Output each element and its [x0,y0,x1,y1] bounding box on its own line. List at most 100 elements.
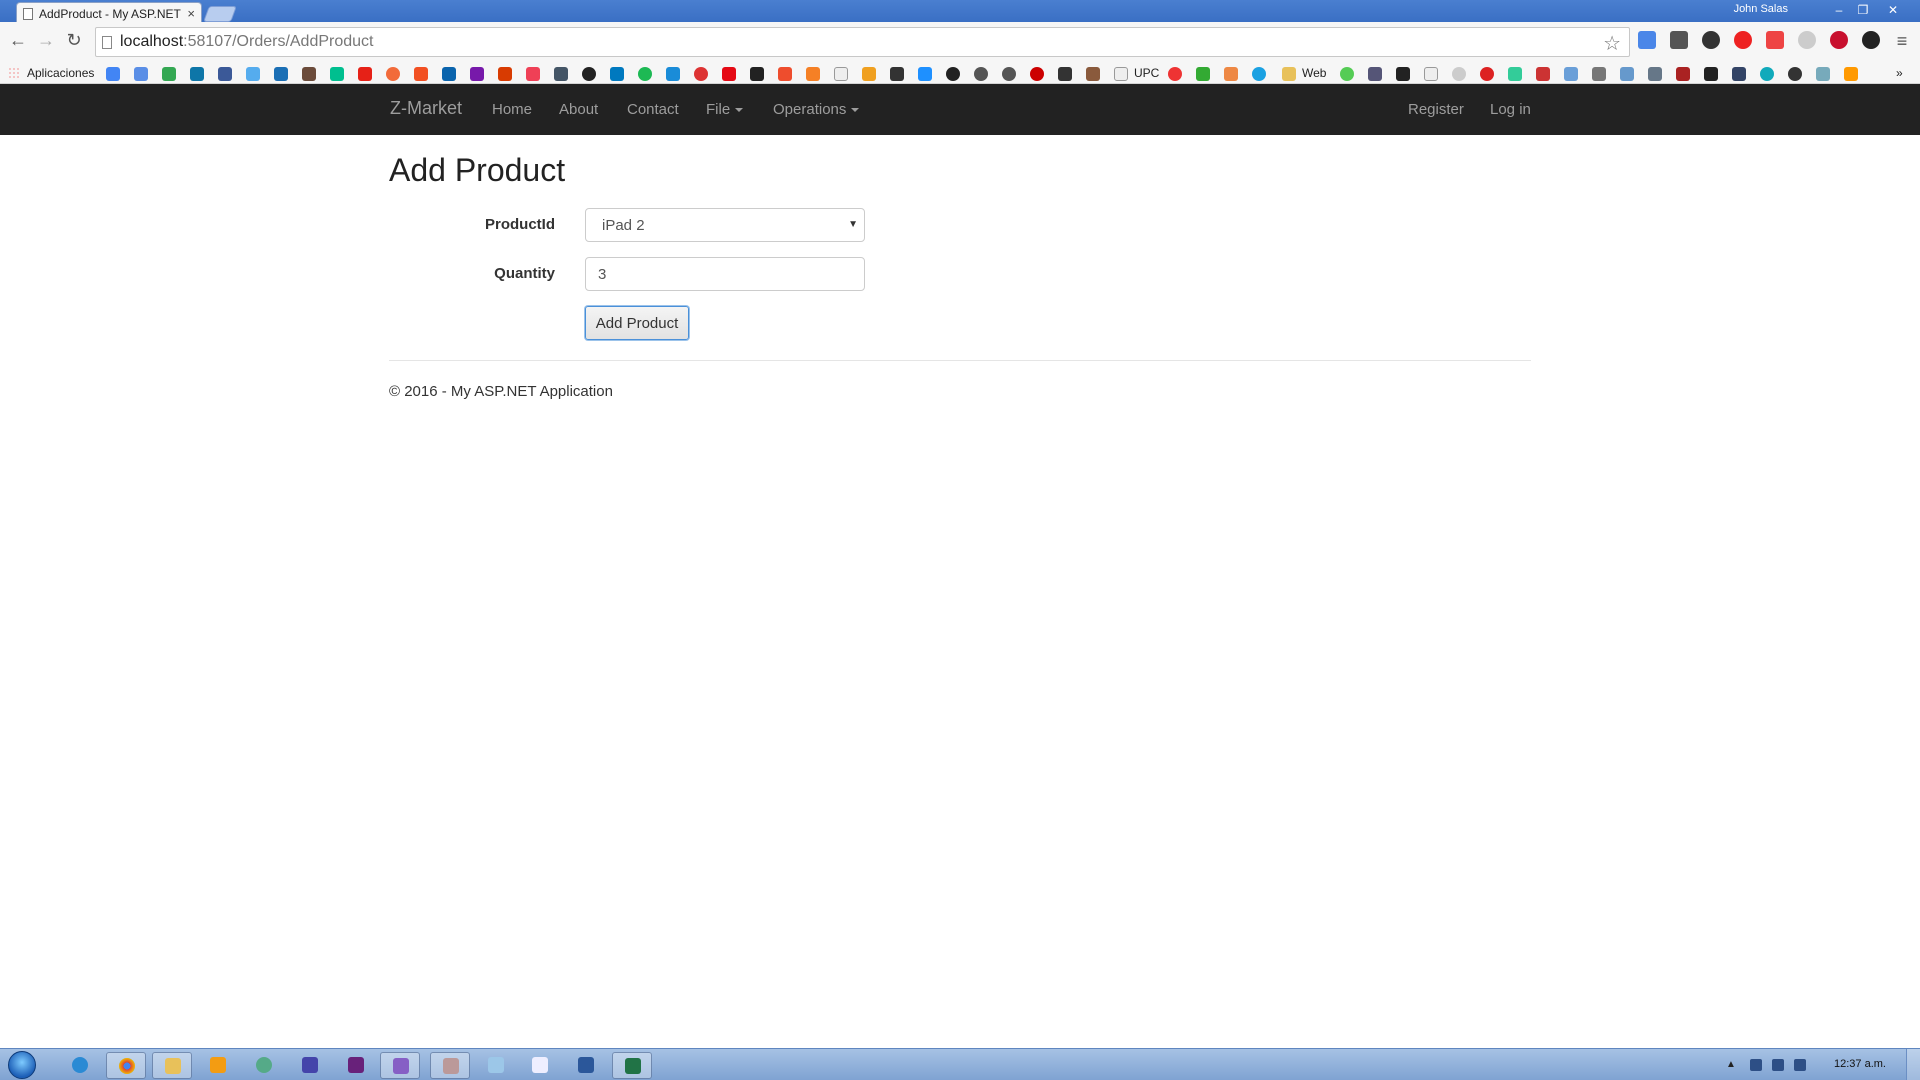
nav-about[interactable]: About [559,101,598,118]
nav-operations-dropdown[interactable]: Operations [773,101,860,118]
taskbar-visual-studio[interactable] [336,1052,376,1079]
instagram-bookmark-icon[interactable] [302,67,316,81]
facebook-bookmark-icon[interactable] [218,67,232,81]
bookmark-icon[interactable] [1340,67,1354,81]
netflix-bookmark-icon[interactable] [722,67,736,81]
taskbar-word[interactable] [566,1052,606,1079]
apple-bookmark-icon[interactable] [1002,67,1016,81]
pocket-bookmark-icon[interactable] [526,67,540,81]
github-bookmark-icon[interactable] [582,67,596,81]
window-close-icon[interactable]: ✕ [1882,2,1904,18]
bookmark-folder-web[interactable]: Web [1302,66,1326,80]
taskbar-notepad[interactable] [476,1052,516,1079]
bookmark-icon[interactable] [694,67,708,81]
more-bookmarks-icon[interactable]: » [1896,66,1903,80]
onedrive-bookmark-icon[interactable] [442,67,456,81]
wordpress-bookmark-icon[interactable] [1452,67,1466,81]
show-desktop-button[interactable] [1906,1049,1920,1080]
product-select[interactable]: iPad 2 ▼ [585,208,865,242]
back-icon[interactable]: ← [8,30,28,50]
extension-icon[interactable] [1702,31,1720,49]
tray-expand-icon[interactable]: ▲ [1726,1059,1738,1071]
bookmark-icon[interactable] [1648,67,1662,81]
nav-contact[interactable]: Contact [627,101,679,118]
bookmark-icon[interactable] [778,67,792,81]
bookmark-icon[interactable] [1844,67,1858,81]
bookmark-icon[interactable] [1760,67,1774,81]
bookmark-icon[interactable] [1620,67,1634,81]
network-icon[interactable] [1772,1059,1784,1071]
bookmark-icon[interactable] [1252,67,1266,81]
taskbar-document[interactable] [520,1052,560,1079]
pinterest-extension-icon[interactable] [1830,31,1848,49]
tab-close-icon[interactable]: × [187,6,195,21]
brand-link[interactable]: Z-Market [390,98,462,119]
trello-bookmark-icon[interactable] [610,67,624,81]
quantity-input[interactable] [585,257,865,291]
page-bookmark-icon[interactable] [834,67,848,81]
twitter-bookmark-icon[interactable] [246,67,260,81]
onepassword-extension-icon[interactable] [1862,31,1880,49]
play-bookmark-icon[interactable] [1508,67,1522,81]
bookmark-icon[interactable] [1030,67,1044,81]
google-bookmark-icon[interactable] [106,67,120,81]
taskbar-explorer[interactable] [152,1052,192,1079]
bookmark-apps[interactable]: Aplicaciones [27,66,94,80]
page-bookmark-icon[interactable] [1424,67,1438,81]
vine-bookmark-icon[interactable] [330,67,344,81]
bookmark-icon[interactable] [1396,67,1410,81]
microsoft-bookmark-icon[interactable] [414,67,428,81]
bookmark-icon[interactable] [1368,67,1382,81]
translate-extension-icon[interactable] [1638,31,1656,49]
folder-icon[interactable] [1282,67,1296,81]
imdb-bookmark-icon[interactable] [1058,67,1072,81]
bookmark-upc[interactable]: UPC [1134,66,1159,80]
nav-register[interactable]: Register [1408,101,1464,118]
bookmark-icon[interactable] [1592,67,1606,81]
add-product-button[interactable]: Add Product [585,306,689,340]
maps-bookmark-icon[interactable] [162,67,176,81]
restore-icon[interactable]: ❐ [1852,2,1874,18]
bookmark-icon[interactable] [1196,67,1210,81]
bookmark-icon[interactable] [890,67,904,81]
linkedin-bookmark-icon[interactable] [190,67,204,81]
onenote-bookmark-icon[interactable] [470,67,484,81]
spotify-bookmark-icon[interactable] [638,67,652,81]
bookmark-icon[interactable] [1564,67,1578,81]
angular-bookmark-icon[interactable] [1480,67,1494,81]
taskbar-media-player[interactable] [198,1052,238,1079]
apps-grid-icon[interactable] [8,67,20,79]
bookmark-icon[interactable] [862,67,876,81]
nav-file-dropdown[interactable]: File [706,101,744,118]
tweetdeck-bookmark-icon[interactable] [274,67,288,81]
extension-icon[interactable] [1798,31,1816,49]
bookmark-star-icon[interactable]: ☆ [1603,31,1621,56]
tray-clock[interactable]: 12:37 a.m. [1834,1058,1886,1070]
reload-icon[interactable]: ↻ [64,30,84,50]
extension-icon[interactable] [1766,31,1784,49]
address-bar[interactable]: localhost:58107/Orders/AddProduct ☆ [95,27,1630,57]
taskbar-excel[interactable] [612,1052,652,1079]
bookmark-icon[interactable] [554,67,568,81]
soundcloud-bookmark-icon[interactable] [806,67,820,81]
bookmark-icon[interactable] [1086,67,1100,81]
taskbar-app[interactable] [290,1052,330,1079]
menu-icon[interactable]: ≡ [1892,31,1912,51]
pocket-extension-icon[interactable] [1670,31,1688,49]
taskbar-ie[interactable] [60,1052,100,1079]
office-bookmark-icon[interactable] [498,67,512,81]
youtube-bookmark-icon[interactable] [358,67,372,81]
profile-name[interactable]: John Salas [1734,3,1788,15]
nav-login[interactable]: Log in [1490,101,1531,118]
plex-bookmark-icon[interactable] [750,67,764,81]
page-bookmark-icon[interactable] [1114,67,1128,81]
tab-addproduct[interactable]: AddProduct - My ASP.NET × [16,2,202,24]
bookmark-icon[interactable] [1704,67,1718,81]
apple-bookmark-icon[interactable] [974,67,988,81]
taskbar-visual-studio[interactable] [380,1052,420,1079]
new-tab-button[interactable] [203,6,237,22]
start-button[interactable] [8,1051,36,1079]
bookmark-icon[interactable] [666,67,680,81]
forward-icon[interactable]: → [36,30,56,50]
minimize-icon[interactable]: – [1828,2,1850,18]
